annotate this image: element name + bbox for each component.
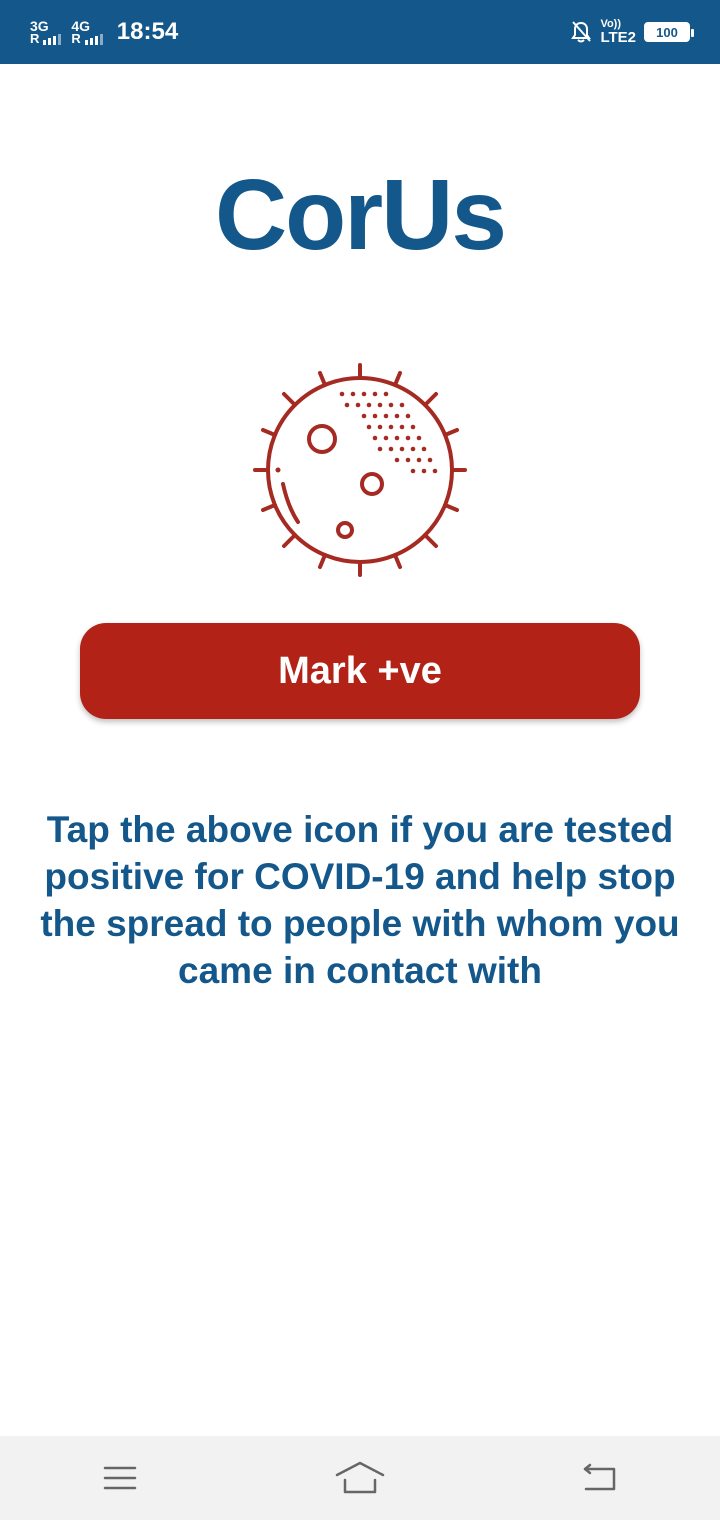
notifications-off-icon xyxy=(571,21,592,43)
instruction-text: Tap the above icon if you are tested pos… xyxy=(40,809,680,991)
home-button[interactable] xyxy=(320,1448,400,1508)
battery-icon: 100 xyxy=(644,22,694,42)
virus-icon[interactable] xyxy=(250,362,470,582)
clock: 18:54 xyxy=(116,18,179,45)
back-icon xyxy=(583,1463,616,1491)
status-bar: 3G R 4G R 18:54 Vo)) LTE2 100 xyxy=(0,0,720,64)
status-left: 3G R 4G R 18:54 xyxy=(30,18,178,46)
screen: 3G R 4G R 18:54 Vo)) LTE2 100 CorUs Mark… xyxy=(0,0,720,1520)
virus-icon-graphic xyxy=(253,363,467,577)
menu-icon xyxy=(103,1466,137,1490)
home-icon xyxy=(335,1461,385,1494)
signal-bars-icon: R xyxy=(71,31,103,46)
roaming-indicator: R xyxy=(71,31,81,46)
mark-positive-button[interactable]: Mark +ve xyxy=(80,623,640,719)
menu-button[interactable] xyxy=(80,1448,160,1508)
app-title: CorUs xyxy=(214,159,507,271)
back-button[interactable] xyxy=(560,1448,640,1508)
battery-level: 100 xyxy=(656,24,678,40)
sim1-signal: 3G R xyxy=(30,19,62,46)
signal-bars-icon: R xyxy=(30,31,62,46)
status-right: Vo)) LTE2 100 xyxy=(570,19,694,46)
roaming-indicator: R xyxy=(30,31,40,46)
volte-indicator: Vo)) LTE2 xyxy=(600,19,636,46)
lte-label: LTE2 xyxy=(600,29,636,46)
navigation-bar xyxy=(0,1436,720,1520)
sim2-signal: 4G R xyxy=(71,19,103,46)
